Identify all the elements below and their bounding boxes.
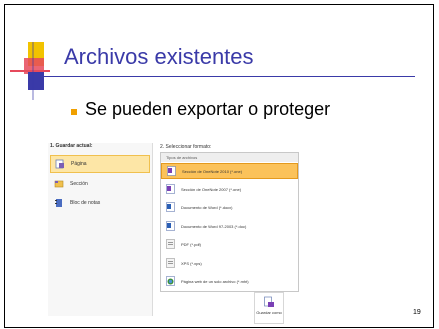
scope-item-notebook[interactable]: Bloc de notas [50,194,150,212]
format-label: XPS (*.xps) [181,260,202,266]
format-item-xps[interactable]: XPS (*.xps) [161,255,298,271]
format-header: 2. Seleccionar formato: [160,144,212,150]
scope-item-label: Página [71,161,87,167]
format-item-word-doc[interactable]: Documento de Word 97-2003 (*.doc) [161,218,298,234]
format-label: Documento de Word (*.docx) [181,204,233,210]
slide-title: Archivos existentes [64,44,254,69]
xps-icon [166,258,175,268]
format-label: PDF (*.pdf) [181,241,202,247]
slide: Archivos existentes Se pueden exportar o… [0,0,439,329]
save-as-label: Guardar como [256,310,282,315]
format-label: Página web de un solo archivo (*.mht) [181,278,249,284]
bullet-text: Se pueden exportar o proteger [85,99,331,119]
scope-item-label: Bloc de notas [70,200,101,206]
section-icon [54,180,64,188]
format-item-onenote-2007[interactable]: Sección de OneNote 2007 (*.one) [161,181,298,197]
format-item-word-docx[interactable]: Documento de Word (*.docx) [161,199,298,215]
onenote-icon [167,166,176,176]
scope-item-label: Sección [70,181,88,187]
format-label: Sección de OneNote 2010 (*.one) [182,168,243,174]
slide-logo-icon [10,42,50,100]
format-label: Documento de Word 97-2003 (*.doc) [181,223,247,229]
notebook-icon [55,199,62,207]
pdf-icon [166,239,175,249]
word-icon [166,221,175,231]
format-item-onenote-2010[interactable]: Sección de OneNote 2010 (*.one) [161,163,298,179]
format-item-pdf[interactable]: PDF (*.pdf) [161,236,298,252]
page-icon [55,159,64,169]
save-as-button[interactable]: Guardar como [254,292,284,324]
title-rule [44,76,415,77]
file-types-header: Tipos de archivos [161,153,298,162]
scope-item-section[interactable]: Sección [50,175,150,193]
format-item-mht[interactable]: Página web de un solo archivo (*.mht) [161,273,298,289]
scope-item-page[interactable]: Página [50,155,150,173]
web-icon [166,276,175,286]
page-number: 19 [413,309,421,316]
word-icon [166,202,175,212]
onenote-icon [166,184,175,194]
save-as-icon [264,296,274,307]
format-label: Sección de OneNote 2007 (*.one) [181,186,242,192]
bullet-marker [71,109,77,115]
save-scope-header: 1. Guardar actual: [50,143,93,149]
